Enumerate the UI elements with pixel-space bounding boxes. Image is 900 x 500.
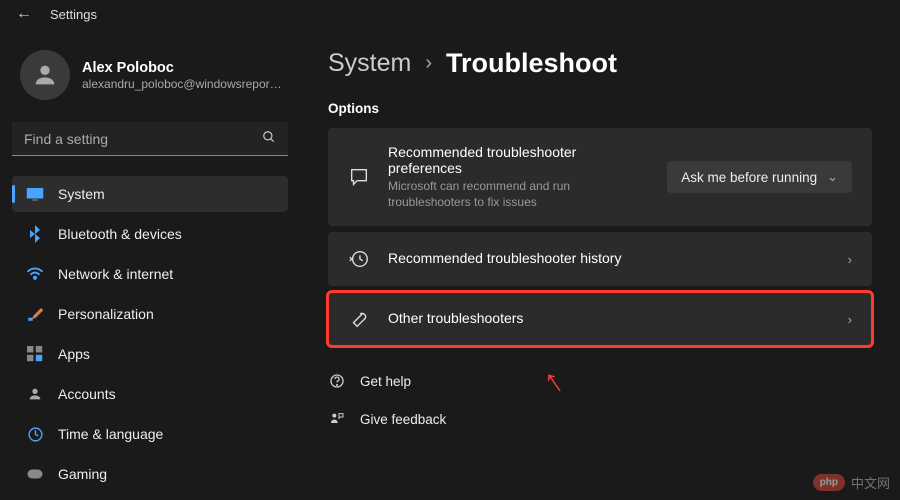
sidebar-item-label: Personalization [58, 306, 154, 322]
brush-icon [26, 305, 44, 323]
chevron-down-icon: ⌄ [827, 169, 838, 185]
watermark: php 中文网 [813, 473, 890, 492]
sidebar-item-network[interactable]: Network & internet [12, 256, 288, 292]
card-body: Other troubleshooters [388, 310, 830, 328]
help-link-label: Get help [360, 374, 411, 389]
avatar [20, 50, 70, 100]
bluetooth-icon [26, 225, 44, 243]
system-icon [26, 185, 44, 203]
sidebar-item-label: Bluetooth & devices [58, 226, 182, 242]
person-icon [31, 61, 59, 89]
sidebar-item-label: Gaming [58, 466, 107, 482]
card-other-troubleshooters[interactable]: Other troubleshooters › [328, 292, 872, 346]
get-help-link[interactable]: Get help [328, 368, 872, 394]
sidebar-item-label: Network & internet [58, 266, 173, 282]
sidebar-item-apps[interactable]: Apps [12, 336, 288, 372]
history-icon [348, 248, 370, 270]
content: System › Troubleshoot Options Recommende… [300, 28, 900, 500]
card-title: Other troubleshooters [388, 310, 830, 326]
sidebar-item-personalization[interactable]: Personalization [12, 296, 288, 332]
sidebar-item-bluetooth[interactable]: Bluetooth & devices [12, 216, 288, 252]
sidebar-item-label: System [58, 186, 105, 202]
sidebar-item-system[interactable]: System [12, 176, 288, 212]
layout: Alex Poloboc alexandru_poloboc@windowsre… [0, 28, 900, 500]
feedback-icon [328, 410, 346, 428]
sidebar-item-label: Time & language [58, 426, 163, 442]
card-title: Recommended troubleshooter preferences [388, 144, 649, 176]
sidebar: Alex Poloboc alexandru_poloboc@windowsre… [0, 28, 300, 500]
clock-globe-icon [26, 425, 44, 443]
profile-text: Alex Poloboc alexandru_poloboc@windowsre… [82, 60, 282, 91]
card-body: Recommended troubleshooter preferences M… [388, 144, 649, 210]
sidebar-item-time-language[interactable]: Time & language [12, 416, 288, 452]
profile-name: Alex Poloboc [82, 60, 282, 76]
breadcrumb: System › Troubleshoot [328, 48, 872, 79]
title-bar: ← Settings [0, 0, 900, 28]
give-feedback-link[interactable]: Give feedback [328, 406, 872, 432]
options-label: Options [328, 101, 872, 116]
watermark-badge: php [813, 474, 845, 491]
page-title: Troubleshoot [446, 48, 617, 79]
wrench-icon [348, 308, 370, 330]
app-title: Settings [50, 7, 97, 22]
card-body: Recommended troubleshooter history [388, 250, 830, 268]
search-box[interactable] [12, 122, 288, 156]
profile-email: alexandru_poloboc@windowsreport... [82, 77, 282, 91]
profile[interactable]: Alex Poloboc alexandru_poloboc@windowsre… [12, 40, 300, 118]
search-icon[interactable] [262, 130, 276, 147]
search-input[interactable] [24, 131, 262, 147]
gaming-icon [26, 465, 44, 483]
prefs-dropdown[interactable]: Ask me before running ⌄ [667, 161, 852, 193]
chat-icon [348, 166, 370, 188]
watermark-text: 中文网 [851, 473, 890, 492]
card-troubleshooter-prefs[interactable]: Recommended troubleshooter preferences M… [328, 128, 872, 226]
chevron-right-icon: › [848, 252, 852, 267]
breadcrumb-parent[interactable]: System [328, 49, 411, 78]
dropdown-value: Ask me before running [681, 170, 817, 185]
help-icon [328, 372, 346, 390]
accounts-icon [26, 385, 44, 403]
help-links: Get help Give feedback [328, 368, 872, 432]
sidebar-item-gaming[interactable]: Gaming [12, 456, 288, 492]
back-icon[interactable]: ← [16, 5, 32, 23]
apps-icon [26, 345, 44, 363]
help-link-label: Give feedback [360, 412, 446, 427]
chevron-right-icon: › [425, 52, 432, 75]
card-troubleshooter-history[interactable]: Recommended troubleshooter history › [328, 232, 872, 286]
sidebar-item-label: Apps [58, 346, 90, 362]
card-title: Recommended troubleshooter history [388, 250, 830, 266]
chevron-right-icon: › [848, 312, 852, 327]
card-subtitle: Microsoft can recommend and run troubles… [388, 178, 648, 210]
wifi-icon [26, 265, 44, 283]
sidebar-item-label: Accounts [58, 386, 116, 402]
sidebar-item-accounts[interactable]: Accounts [12, 376, 288, 412]
